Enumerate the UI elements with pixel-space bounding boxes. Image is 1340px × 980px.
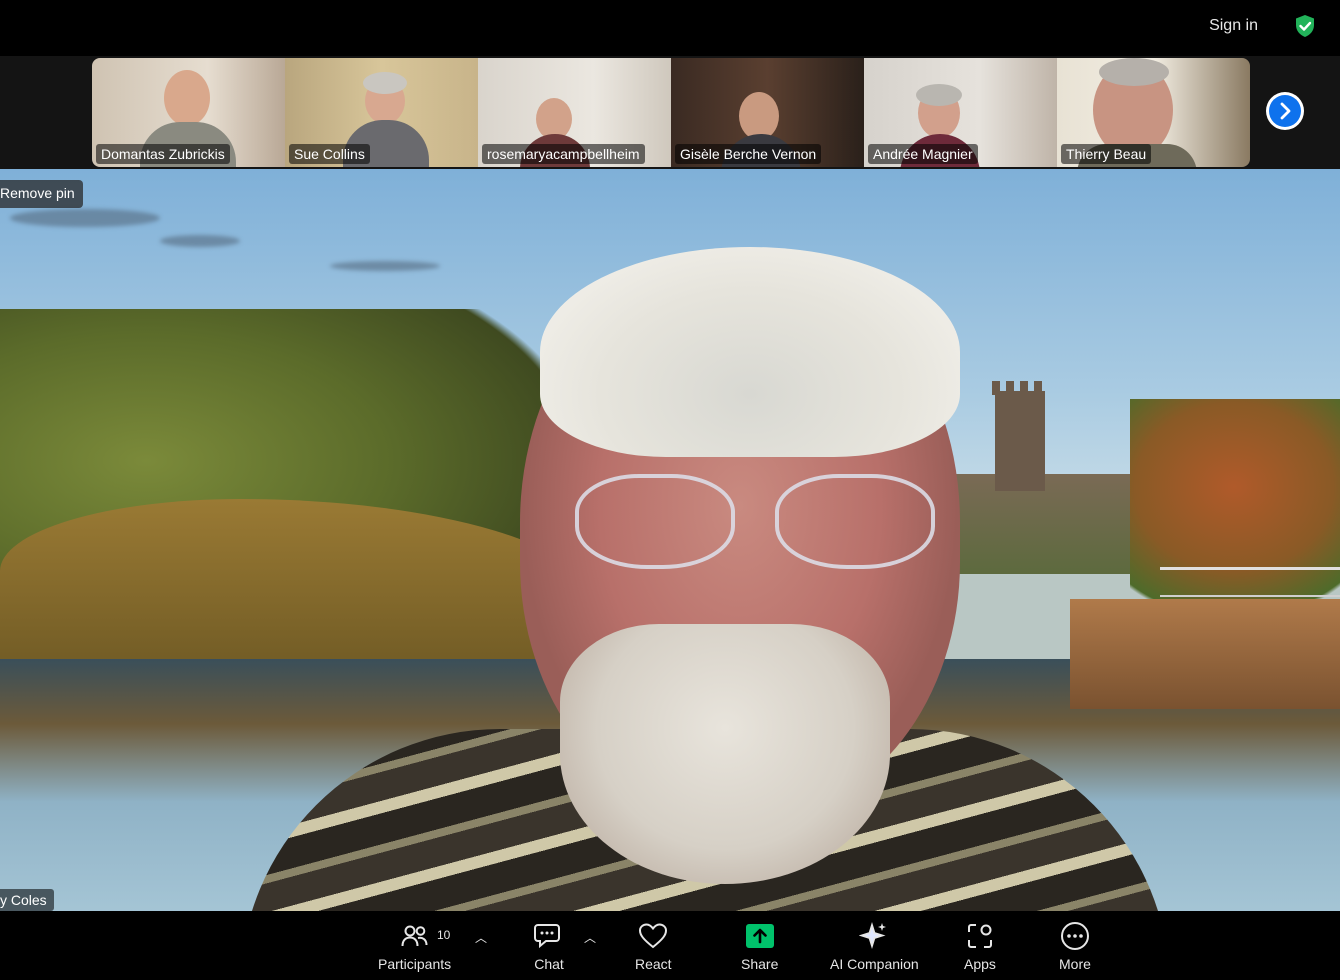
active-speaker-video[interactable] bbox=[0, 169, 1340, 911]
shield-check-icon[interactable] bbox=[1294, 14, 1316, 38]
cloud bbox=[160, 235, 240, 247]
apps-icon bbox=[967, 924, 992, 948]
glasses-lens-left bbox=[575, 474, 735, 569]
cloud bbox=[330, 261, 440, 271]
chevron-right-icon bbox=[1280, 102, 1291, 120]
participants-options-caret[interactable]: ︿ bbox=[475, 929, 487, 946]
speaker-hair bbox=[540, 247, 960, 457]
share-screen-icon bbox=[745, 924, 774, 948]
speaker-beard bbox=[560, 624, 890, 884]
more-icon bbox=[1060, 922, 1089, 950]
gallery-next-button[interactable] bbox=[1266, 92, 1304, 130]
river-wall bbox=[1070, 599, 1340, 709]
participant-name: Thierry Beau bbox=[1061, 144, 1152, 164]
participant-name: rosemaryacampbellheim bbox=[482, 144, 645, 164]
gallery-strip: Domantas Zubrickis Sue Collins rosemarya… bbox=[0, 56, 1340, 169]
meeting-toolbar: Participants 10 ︿ Chat ︿ React Share AI … bbox=[0, 911, 1340, 980]
chat-options-caret[interactable]: ︿ bbox=[584, 929, 596, 946]
remove-pin-button[interactable]: Remove pin bbox=[0, 180, 83, 208]
participant-tile[interactable]: Thierry Beau bbox=[1057, 58, 1250, 167]
ai-companion-button[interactable]: AI Companion bbox=[830, 921, 919, 979]
thumbnail-row: Domantas Zubrickis Sue Collins rosemarya… bbox=[92, 58, 1250, 167]
share-label: Share bbox=[741, 956, 779, 972]
cathedral-tower bbox=[995, 391, 1045, 491]
participants-count: 10 bbox=[437, 928, 451, 942]
apps-label: Apps bbox=[964, 956, 996, 972]
participant-tile[interactable]: rosemaryacampbellheim bbox=[478, 58, 671, 167]
more-button[interactable]: More bbox=[1059, 921, 1091, 979]
participants-icon bbox=[401, 925, 428, 947]
share-button[interactable]: Share bbox=[741, 921, 778, 979]
participant-tile[interactable]: Gisèle Berche Vernon bbox=[671, 58, 864, 167]
top-bar: Sign in bbox=[0, 0, 1340, 56]
react-button[interactable]: React bbox=[635, 921, 672, 979]
sign-in-link[interactable]: Sign in bbox=[1209, 17, 1258, 35]
participant-name: Sue Collins bbox=[289, 144, 370, 164]
apps-button[interactable]: Apps bbox=[964, 921, 996, 979]
participant-name: Domantas Zubrickis bbox=[96, 144, 230, 164]
speaker-name-label: y Coles bbox=[0, 889, 54, 911]
cloud bbox=[10, 209, 160, 227]
chat-button[interactable]: Chat bbox=[534, 921, 564, 979]
chat-icon bbox=[534, 924, 560, 949]
react-label: React bbox=[635, 956, 672, 972]
chat-label: Chat bbox=[534, 956, 564, 972]
participant-name: Andrée Magnier bbox=[868, 144, 978, 164]
glasses-lens-right bbox=[775, 474, 935, 569]
sparkle-icon bbox=[859, 921, 887, 950]
participant-name: Gisèle Berche Vernon bbox=[675, 144, 822, 164]
heart-icon bbox=[639, 923, 668, 949]
participant-tile[interactable]: Andrée Magnier bbox=[864, 58, 1057, 167]
participants-label: Participants bbox=[378, 956, 452, 972]
railing bbox=[1160, 567, 1340, 597]
participant-tile[interactable]: Sue Collins bbox=[285, 58, 478, 167]
participant-tile[interactable]: Domantas Zubrickis bbox=[92, 58, 285, 167]
more-label: More bbox=[1059, 956, 1091, 972]
ai-companion-label: AI Companion bbox=[830, 956, 919, 972]
